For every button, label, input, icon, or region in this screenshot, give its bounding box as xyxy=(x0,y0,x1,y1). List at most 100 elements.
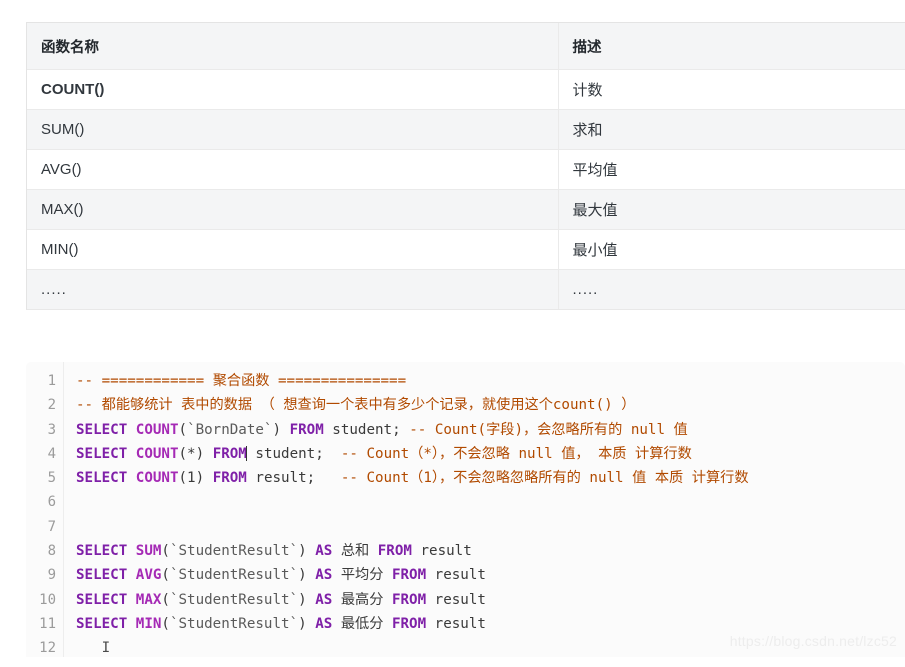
table-student: student xyxy=(255,445,316,462)
keyword-as: AS xyxy=(315,591,333,608)
keyword-select: SELECT xyxy=(76,470,128,487)
keyword-select: SELECT xyxy=(76,615,128,632)
code-line[interactable]: -- 都能够统计 表中的数据 （ 想查询一个表中有多少个记录，就使用这个coun… xyxy=(76,393,905,417)
cell-function-name: AVG() xyxy=(27,149,559,190)
cell-function-name: MIN() xyxy=(27,229,559,270)
table-result: result xyxy=(420,543,472,560)
paren-open: ( xyxy=(161,615,170,632)
line-number: 4 xyxy=(47,445,56,462)
function-avg: AVG xyxy=(135,567,162,584)
table-result: result xyxy=(255,470,307,487)
cell-function-name: ..... xyxy=(27,269,559,309)
comment-dashes: -- xyxy=(340,445,358,462)
function-sum: SUM xyxy=(135,543,162,560)
comment-text: Count（*），不会忽略 null 值， 本质 计算行数 xyxy=(366,445,692,462)
keyword-select: SELECT xyxy=(76,421,128,438)
table-header-row: 函数名称 描述 xyxy=(27,23,905,70)
comment-text: Count（1），不会忽略忽略所有的 null 值 本质 计算行数 xyxy=(366,470,749,487)
table-row: ..... ..... xyxy=(27,269,905,309)
identifier-studentresult: `StudentResult` xyxy=(169,543,299,560)
csdn-watermark: https://blog.csdn.net/lzc52 xyxy=(729,633,897,649)
table-student: student xyxy=(332,421,393,438)
line-number: 12 xyxy=(39,640,56,657)
comment-dashes: -- xyxy=(340,470,358,487)
semicolon: ; xyxy=(315,445,324,462)
table-row: MIN() 最小值 xyxy=(27,229,905,270)
line-number-gutter: 1 2 3 4 5 6 7 8 9 10 11 12 xyxy=(26,362,64,657)
alias-label: 最低分 xyxy=(340,615,384,632)
line-number: 2 xyxy=(47,397,56,414)
keyword-as: AS xyxy=(315,543,333,560)
function-count: COUNT xyxy=(135,445,179,462)
keyword-select: SELECT xyxy=(76,445,128,462)
paren-open: ( xyxy=(161,567,170,584)
paren-close: ) xyxy=(298,615,307,632)
function-max: MAX xyxy=(135,591,162,608)
line-number: 1 xyxy=(47,373,56,389)
line-number: 6 xyxy=(47,494,56,511)
code-line[interactable]: SELECT COUNT(1) FROM result; -- Count（1）… xyxy=(76,466,905,490)
paren-open: ( xyxy=(161,591,170,608)
sql-code-block[interactable]: 1 2 3 4 5 6 7 8 9 10 11 12 -- ==========… xyxy=(26,362,905,657)
code-line-empty[interactable] xyxy=(76,515,905,539)
line-number: 10 xyxy=(39,591,56,608)
alias-label: 平均分 xyxy=(340,567,384,584)
cell-description: 最小值 xyxy=(558,229,905,270)
table-row: COUNT() 计数 xyxy=(27,69,905,110)
cell-description: ..... xyxy=(558,269,905,309)
comment-text: 都能够统计 表中的数据 （ 想查询一个表中有多少个记录，就使用这个count()… xyxy=(101,397,636,414)
paren-close: ) xyxy=(272,421,282,438)
identifier-borndate: `BornDate` xyxy=(187,421,273,438)
keyword-as: AS xyxy=(315,615,333,632)
comment-dashes: -- xyxy=(76,373,94,389)
code-line[interactable]: SELECT COUNT(*) FROM student; -- Count（*… xyxy=(76,442,905,466)
functions-table: 函数名称 描述 COUNT() 计数 SUM() 求和 AVG() 平均值 MA… xyxy=(27,23,905,309)
code-line-empty[interactable] xyxy=(76,490,905,514)
alias-label: 总和 xyxy=(340,543,370,560)
keyword-as: AS xyxy=(315,567,333,584)
cell-description: 计数 xyxy=(558,69,905,110)
alias-label: 最高分 xyxy=(340,591,384,608)
semicolon: ; xyxy=(392,421,401,438)
comment-text: Count(字段)，会忽略所有的 null 值 xyxy=(434,421,688,438)
keyword-from: FROM xyxy=(289,421,324,438)
text-cursor xyxy=(246,445,248,461)
keyword-from: FROM xyxy=(391,567,427,584)
table-row: SUM() 求和 xyxy=(27,109,905,150)
cell-function-name: SUM() xyxy=(27,109,559,150)
code-text-area[interactable]: -- ============ 聚合函数 =============== -- … xyxy=(64,362,905,657)
line-number: 9 xyxy=(47,567,56,584)
line-number: 5 xyxy=(47,470,56,487)
code-line[interactable]: SELECT AVG(`StudentResult`) AS 平均分 FROM … xyxy=(76,563,905,587)
table-row: AVG() 平均值 xyxy=(27,149,905,190)
code-line[interactable]: SELECT MAX(`StudentResult`) AS 最高分 FROM … xyxy=(76,588,905,612)
function-count: COUNT xyxy=(135,470,179,487)
column-header-description: 描述 xyxy=(558,23,905,70)
keyword-from: FROM xyxy=(391,615,427,632)
function-min: MIN xyxy=(135,615,162,632)
table-header: 函数名称 描述 xyxy=(27,23,905,70)
code-line[interactable]: -- ============ 聚合函数 =============== xyxy=(76,369,905,393)
identifier-studentresult: `StudentResult` xyxy=(169,567,299,584)
semicolon: ; xyxy=(306,470,316,487)
line-number: 11 xyxy=(39,615,56,632)
code-line[interactable]: SELECT SUM(`StudentResult`) AS 总和 FROM r… xyxy=(76,539,905,563)
star-argument: (*) xyxy=(178,445,205,462)
cell-description: 求和 xyxy=(558,109,905,150)
table-result: result xyxy=(434,567,486,584)
cell-description: 平均值 xyxy=(558,149,905,190)
table-row: MAX() 最大值 xyxy=(27,189,905,230)
code-line[interactable]: SELECT COUNT(`BornDate`) FROM student; -… xyxy=(76,418,905,442)
comment-separator-right: =============== xyxy=(278,373,407,389)
paren-close: ) xyxy=(298,543,307,560)
identifier-studentresult: `StudentResult` xyxy=(169,615,299,632)
mouse-ibeam-cursor: I xyxy=(101,640,111,657)
comment-title: 聚合函数 xyxy=(212,373,270,389)
line-number: 7 xyxy=(47,518,56,535)
cell-function-name: COUNT() xyxy=(27,69,559,110)
keyword-from: FROM xyxy=(391,591,427,608)
aggregate-functions-table: 函数名称 描述 COUNT() 计数 SUM() 求和 AVG() 平均值 MA… xyxy=(26,22,905,310)
comment-separator-left: ============ xyxy=(101,373,205,389)
column-header-function-name: 函数名称 xyxy=(27,23,559,70)
keyword-from: FROM xyxy=(212,445,247,462)
